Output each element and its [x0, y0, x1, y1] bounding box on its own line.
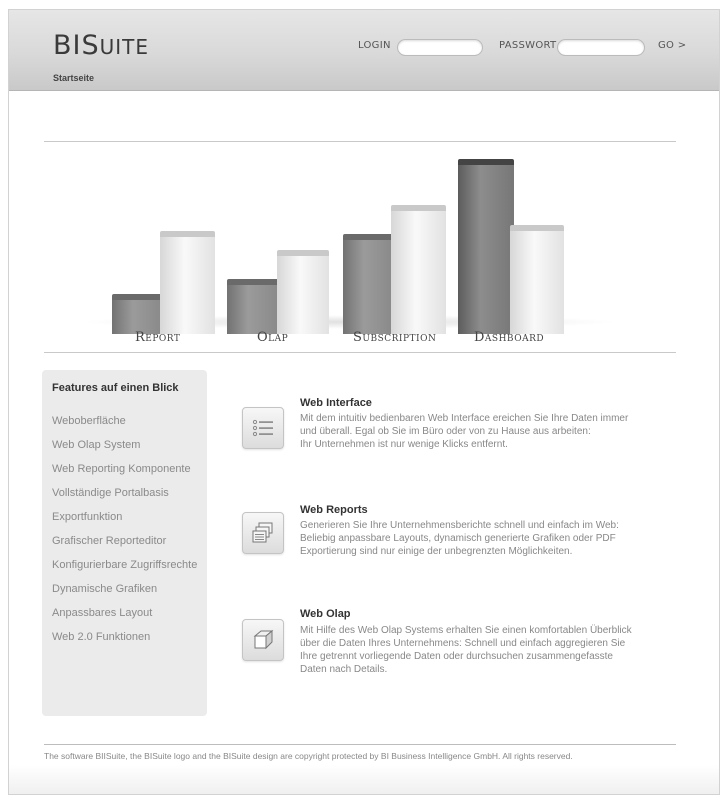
page-container: BISUITE LOGIN PASSWORT GO > Startseite R…	[8, 9, 720, 795]
password-label: PASSWORT	[499, 40, 557, 51]
footer-divider	[44, 744, 676, 745]
category-subscription[interactable]: Subscription	[353, 330, 436, 345]
dashboard-bar-light	[510, 225, 564, 334]
sidebar-item-web-olap-system[interactable]: Web Olap System	[52, 439, 140, 451]
footer-shade	[9, 765, 719, 794]
subscription-bar-light	[391, 205, 446, 334]
copyright-footer: The software BIISuite, the BISuite logo …	[44, 751, 573, 761]
login-label: LOGIN	[358, 40, 391, 51]
sidebar-item-reporteditor[interactable]: Grafischer Reporteditor	[52, 535, 166, 547]
showcase-bars-graphic	[109, 128, 589, 334]
subscription-bar-dark	[343, 234, 395, 334]
password-input[interactable]	[557, 39, 645, 56]
documents-icon	[242, 512, 284, 554]
showcase-bottom-divider	[44, 352, 676, 353]
sidebar-item-exportfunktion[interactable]: Exportfunktion	[52, 511, 122, 523]
feature-title-web-interface: Web Interface	[300, 397, 372, 409]
sidebar-item-zugriffsrechte[interactable]: Konfigurierbare Zugriffsrechte	[52, 559, 197, 571]
sidebar-item-web-reporting[interactable]: Web Reporting Komponente	[52, 463, 191, 475]
features-sidebar: Features auf einen Blick Weboberfläche W…	[42, 370, 207, 716]
olap-bar-light	[277, 250, 329, 334]
list-icon	[242, 407, 284, 449]
category-report[interactable]: Report	[135, 330, 180, 345]
sidebar-title: Features auf einen Blick	[52, 382, 179, 394]
feature-text-web-interface: Mit dem intuitiv bedienbaren Web Interfa…	[300, 413, 629, 450]
feature-text-web-reports: Generieren Sie Ihre Unternehmensberichte…	[300, 520, 619, 557]
sidebar-item-portalbasis[interactable]: Vollständige Portalbasis	[52, 487, 169, 499]
breadcrumb[interactable]: Startseite	[53, 73, 94, 83]
olap-bar-dark	[227, 279, 280, 334]
category-dashboard[interactable]: Dashboard	[474, 330, 544, 345]
header-bar: BISUITE LOGIN PASSWORT GO > Startseite	[9, 10, 719, 91]
dashboard-bar-dark	[458, 159, 514, 334]
report-bar-dark	[112, 294, 164, 334]
cube-icon	[242, 619, 284, 661]
sidebar-item-grafiken[interactable]: Dynamische Grafiken	[52, 583, 157, 595]
category-olap[interactable]: Olap	[257, 330, 288, 345]
report-bar-light	[160, 231, 215, 334]
sidebar-item-layout[interactable]: Anpassbares Layout	[52, 607, 152, 619]
feature-text-web-olap: Mit Hilfe des Web Olap Systems erhalten …	[300, 625, 632, 675]
bisuite-logo[interactable]: BISUITE	[53, 30, 149, 61]
login-input[interactable]	[397, 39, 483, 56]
sidebar-item-web20[interactable]: Web 2.0 Funktionen	[52, 631, 150, 643]
sidebar-item-weboberflaeche[interactable]: Weboberfläche	[52, 415, 126, 427]
feature-title-web-olap: Web Olap	[300, 608, 351, 620]
go-button[interactable]: GO >	[658, 40, 686, 51]
feature-title-web-reports: Web Reports	[300, 504, 368, 516]
